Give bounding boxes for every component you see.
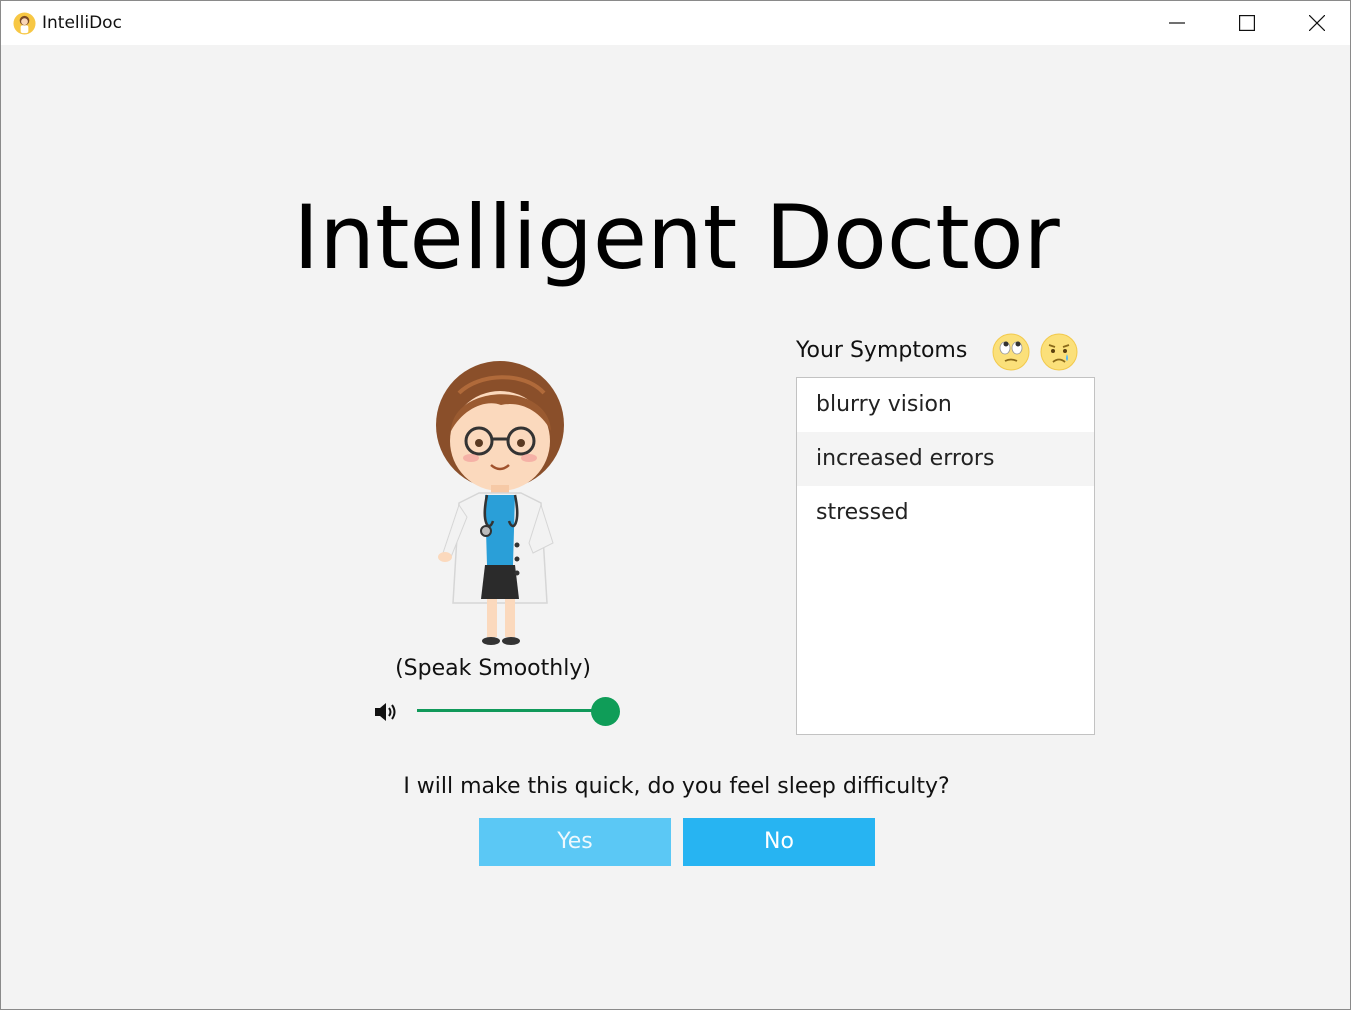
yes-button[interactable]: Yes [479, 818, 671, 866]
volume-slider-thumb[interactable] [591, 697, 620, 726]
symptom-item[interactable]: increased errors [797, 432, 1094, 486]
volume-slider-track[interactable] [417, 709, 605, 712]
eye-roll-emoji-icon [992, 333, 1030, 371]
minimize-icon [1169, 22, 1185, 24]
speaker-volume-icon[interactable] [373, 700, 401, 724]
title-bar: IntelliDoc [1, 1, 1350, 45]
symptoms-list[interactable]: blurry vision increased errors stressed [796, 377, 1095, 735]
maximize-button[interactable] [1212, 1, 1282, 45]
close-button[interactable] [1282, 1, 1350, 45]
doctor-avatar-icon [436, 361, 564, 645]
crying-emoji-icon [1040, 333, 1078, 371]
symptoms-heading: Your Symptoms [796, 338, 968, 363]
app-logo-icon [13, 12, 36, 35]
close-icon [1309, 15, 1325, 31]
window-title: IntelliDoc [42, 13, 122, 33]
speak-mode-label: (Speak Smoothly) [395, 656, 591, 681]
page-title: Intelligent Doctor [293, 186, 1060, 289]
volume-slider[interactable] [417, 697, 623, 726]
question-text: I will make this quick, do you feel slee… [403, 774, 950, 799]
app-window: IntelliDoc Intelligent Doctor (Speak Smo… [0, 0, 1351, 1010]
maximize-icon [1239, 15, 1255, 31]
minimize-button[interactable] [1142, 1, 1212, 45]
symptom-item[interactable]: blurry vision [797, 378, 1094, 432]
no-button[interactable]: No [683, 818, 875, 866]
symptom-item[interactable]: stressed [797, 486, 1094, 540]
